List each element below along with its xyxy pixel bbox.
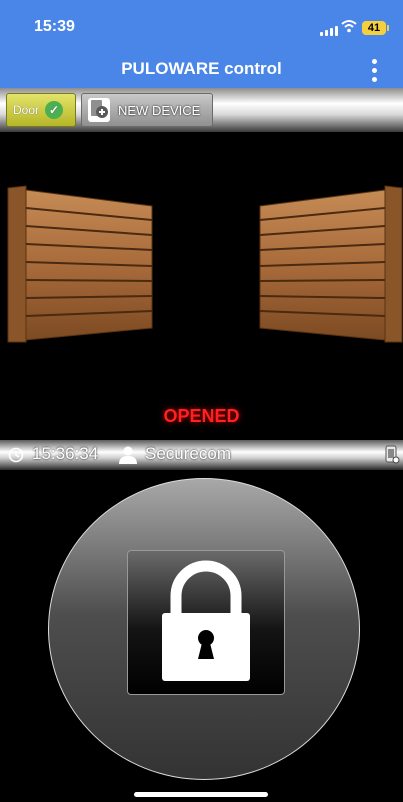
- last-event-user: Securecom: [145, 444, 231, 463]
- battery-indicator: 41: [362, 21, 386, 35]
- new-device-button[interactable]: NEW DEVICE: [81, 93, 213, 127]
- tab-door[interactable]: Door ✓: [6, 93, 76, 127]
- door-graphic: [7, 185, 403, 343]
- user-icon: [119, 446, 137, 464]
- battery-cap: [387, 25, 389, 31]
- menu-dots-icon[interactable]: [364, 58, 384, 82]
- home-indicator[interactable]: [134, 792, 268, 797]
- last-event-time: 15:36:34: [32, 444, 99, 463]
- wifi-icon: [341, 20, 357, 33]
- app-title: PULOWARE control: [121, 59, 282, 78]
- clock-icon: [8, 447, 24, 463]
- right-door-panel: [259, 185, 403, 343]
- signal-icon: [320, 26, 338, 36]
- add-device-icon: [88, 98, 110, 122]
- phone-icon[interactable]: [384, 445, 400, 465]
- status-time: 15:39: [34, 18, 75, 35]
- padlock-icon: [162, 560, 250, 681]
- tab-door-label: Door: [13, 103, 40, 117]
- checkmark-icon: ✓: [45, 101, 64, 119]
- new-device-label: NEW DEVICE: [118, 102, 201, 118]
- padlock-tile[interactable]: [127, 550, 285, 695]
- left-door-panel: [7, 185, 153, 343]
- door-state-label: OPENED: [163, 406, 240, 426]
